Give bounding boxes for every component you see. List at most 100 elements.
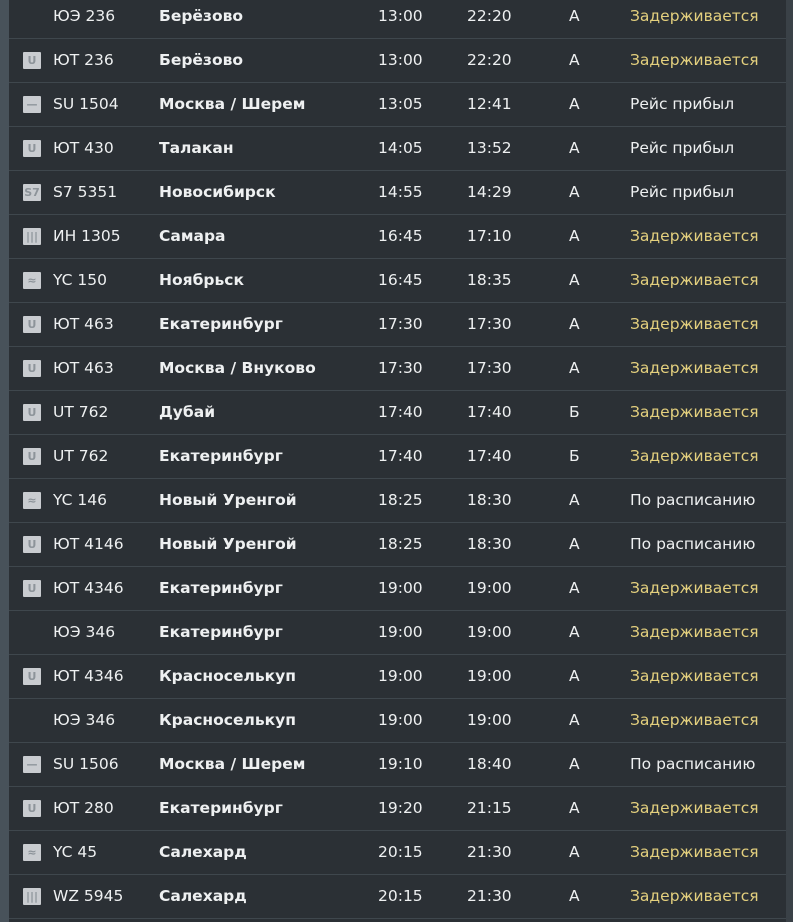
flight-board: ЮЭ 236 Берёзово 13:00 22:20 А Задерживается U Ю… [9, 0, 786, 919]
aeroflot-airline-logo-icon: — [23, 96, 41, 113]
flight-row[interactable]: U UT 762 Дубай 17:40 17:40 Б Задерживается [9, 391, 786, 435]
flight-status: Задерживается [630, 667, 759, 685]
scheduled-time: 19:20 [378, 799, 423, 817]
terminal: А [569, 799, 580, 817]
destination-city: Москва / Шерем [159, 755, 306, 773]
destination-city: Салехард [159, 887, 247, 905]
flight-number: ЮТ 430 [53, 139, 114, 157]
scheduled-time: 19:00 [378, 579, 423, 597]
flight-number: YC 150 [53, 271, 107, 289]
flight-row[interactable]: U ЮТ 4346 Екатеринбург 19:00 19:00 А Задержива… [9, 567, 786, 611]
flight-row[interactable]: U ЮТ 463 Екатеринбург 17:30 17:30 А Задерживае… [9, 303, 786, 347]
scrollbar-track[interactable] [786, 0, 793, 922]
actual-time: 12:41 [467, 95, 512, 113]
yamal-airline-logo-icon: ≈ [23, 492, 41, 509]
actual-time: 18:30 [467, 535, 512, 553]
terminal: А [569, 7, 580, 25]
flight-number: ЮТ 463 [53, 359, 114, 377]
scheduled-time: 18:25 [378, 491, 423, 509]
terminal: А [569, 95, 580, 113]
scheduled-time: 20:15 [378, 843, 423, 861]
destination-city: Москва / Внуково [159, 359, 316, 377]
terminal: А [569, 535, 580, 553]
flight-number: ЮЭ 346 [53, 623, 116, 641]
utair-airline-logo-icon: U [23, 316, 41, 333]
destination-city: Екатеринбург [159, 623, 283, 641]
actual-time: 17:40 [467, 403, 512, 421]
flight-row[interactable]: — SU 1504 Москва / Шерем 13:05 12:41 А Рейс пр… [9, 83, 786, 127]
destination-city: Салехард [159, 843, 247, 861]
scheduled-time: 16:45 [378, 227, 423, 245]
destination-city: Талакан [159, 139, 234, 157]
flight-status: Задерживается [630, 623, 759, 641]
scheduled-time: 13:05 [378, 95, 423, 113]
actual-time: 17:10 [467, 227, 512, 245]
flight-row[interactable]: U ЮТ 236 Берёзово 13:00 22:20 А Задерживается [9, 39, 786, 83]
flight-status: По расписанию [630, 755, 756, 773]
flight-status: Задерживается [630, 711, 759, 729]
izhavia-airline-logo-icon: ||| [23, 228, 41, 245]
scheduled-time: 17:40 [378, 447, 423, 465]
flight-row[interactable]: S7 S7 5351 Новосибирск 14:55 14:29 А Рейс приб… [9, 171, 786, 215]
flight-row[interactable]: ||| WZ 5945 Салехард 20:15 21:30 А Задерживает… [9, 875, 786, 919]
destination-city: Берёзово [159, 7, 244, 25]
flight-number: ЮЭ 346 [53, 711, 116, 729]
flight-number: UT 762 [53, 403, 109, 421]
s7-airline-logo-icon: S7 [23, 184, 41, 201]
actual-time: 21:30 [467, 887, 512, 905]
destination-city: Самара [159, 227, 226, 245]
flight-row[interactable]: U UT 762 Екатеринбург 17:40 17:40 Б Задерживае… [9, 435, 786, 479]
flight-row[interactable]: ЮЭ 236 Берёзово 13:00 22:20 А Задерживается [9, 0, 786, 39]
flight-row[interactable]: — SU 1506 Москва / Шерем 19:10 18:40 А По расп… [9, 743, 786, 787]
utair-airline-logo-icon: U [23, 140, 41, 157]
flight-row[interactable]: U ЮТ 4346 Красноселькуп 19:00 19:00 А Задержив… [9, 655, 786, 699]
destination-city: Новый Уренгой [159, 535, 297, 553]
actual-time: 18:40 [467, 755, 512, 773]
flight-row[interactable]: ЮЭ 346 Красноселькуп 19:00 19:00 А Задерживае… [9, 699, 786, 743]
scheduled-time: 17:30 [378, 315, 423, 333]
flight-row[interactable]: U ЮТ 280 Екатеринбург 19:20 21:15 А Задерживае… [9, 787, 786, 831]
flight-row[interactable]: ≈ YC 150 Ноябрьск 16:45 18:35 А Задерживается [9, 259, 786, 303]
utair-airline-logo-icon: U [23, 52, 41, 69]
terminal: А [569, 579, 580, 597]
flight-number: ИН 1305 [53, 227, 121, 245]
flight-row[interactable]: ≈ YC 146 Новый Уренгой 18:25 18:30 А По распис… [9, 479, 786, 523]
flight-number: SU 1506 [53, 755, 119, 773]
actual-time: 17:30 [467, 315, 512, 333]
terminal: А [569, 755, 580, 773]
flight-number: ЮТ 4146 [53, 535, 124, 553]
flight-row[interactable]: ≈ YC 45 Салехард 20:15 21:30 А Задерживается [9, 831, 786, 875]
flight-number: ЮТ 4346 [53, 579, 124, 597]
scheduled-time: 17:30 [378, 359, 423, 377]
flight-row[interactable]: ||| ИН 1305 Самара 16:45 17:10 А Задерживается [9, 215, 786, 259]
flight-status: Задерживается [630, 51, 759, 69]
terminal: А [569, 271, 580, 289]
actual-time: 18:35 [467, 271, 512, 289]
flight-row[interactable]: U ЮТ 463 Москва / Внуково 17:30 17:30 А Задерж… [9, 347, 786, 391]
destination-city: Дубай [159, 403, 216, 421]
flight-row[interactable]: U ЮТ 430 Талакан 14:05 13:52 А Рейс прибыл [9, 127, 786, 171]
flight-status: Задерживается [630, 359, 759, 377]
izhavia-airline-logo-icon: ||| [23, 888, 41, 905]
utair-airline-logo-icon: U [23, 800, 41, 817]
actual-time: 22:20 [467, 51, 512, 69]
destination-city: Екатеринбург [159, 315, 283, 333]
terminal: А [569, 887, 580, 905]
terminal: Б [569, 403, 580, 421]
destination-city: Красноселькуп [159, 667, 296, 685]
terminal: А [569, 227, 580, 245]
flight-row[interactable]: ЮЭ 346 Екатеринбург 19:00 19:00 А Задерживает… [9, 611, 786, 655]
scheduled-time: 20:15 [378, 887, 423, 905]
utair-airline-logo-icon: U [23, 580, 41, 597]
flight-status: Задерживается [630, 7, 759, 25]
flight-status: Задерживается [630, 843, 759, 861]
terminal: А [569, 51, 580, 69]
terminal: А [569, 711, 580, 729]
scheduled-time: 18:25 [378, 535, 423, 553]
destination-city: Красноселькуп [159, 711, 296, 729]
terminal: А [569, 623, 580, 641]
flight-row[interactable]: U ЮТ 4146 Новый Уренгой 18:25 18:30 А По распи… [9, 523, 786, 567]
utair-airline-logo-icon: U [23, 668, 41, 685]
terminal: Б [569, 447, 580, 465]
terminal: А [569, 139, 580, 157]
